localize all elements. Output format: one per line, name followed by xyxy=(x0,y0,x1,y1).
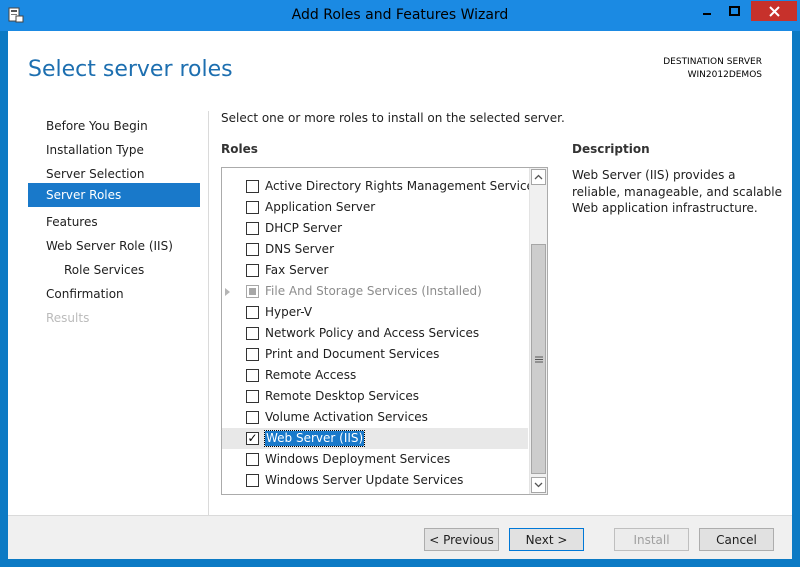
role-row[interactable]: Network Policy and Access Services xyxy=(222,323,528,344)
role-row[interactable]: DNS Server xyxy=(222,239,528,260)
nav-item-confirmation[interactable]: Confirmation xyxy=(28,282,200,306)
page-title: Select server roles xyxy=(28,57,233,82)
role-label: Remote Access xyxy=(265,368,357,382)
close-button[interactable] xyxy=(751,1,797,21)
role-label: Network Policy and Access Services xyxy=(265,326,480,340)
role-label: Remote Desktop Services xyxy=(265,389,420,403)
nav-item-before-you-begin[interactable]: Before You Begin xyxy=(28,114,200,138)
role-label: Hyper-V xyxy=(265,305,313,319)
roles-scrollbar[interactable] xyxy=(529,168,547,494)
maximize-icon xyxy=(729,6,740,16)
role-row[interactable]: File And Storage Services (Installed) xyxy=(222,281,528,302)
role-label: DHCP Server xyxy=(265,221,343,235)
destination-server-label: DESTINATION SERVER xyxy=(663,57,762,67)
role-row[interactable]: Windows Deployment Services xyxy=(222,449,528,470)
role-checkbox[interactable] xyxy=(246,411,259,424)
minimize-button[interactable] xyxy=(693,1,720,21)
maximize-button[interactable] xyxy=(721,1,748,21)
role-checkbox[interactable] xyxy=(246,264,259,277)
role-row[interactable]: DHCP Server xyxy=(222,218,528,239)
role-checkbox[interactable] xyxy=(246,474,259,487)
scroll-thumb[interactable] xyxy=(531,244,546,474)
instruction-text: Select one or more roles to install on t… xyxy=(221,111,565,125)
role-row[interactable]: Fax Server xyxy=(222,260,528,281)
nav-item-results: Results xyxy=(46,311,90,325)
role-label: Volume Activation Services xyxy=(265,410,428,424)
role-row[interactable]: Windows Server Update Services xyxy=(222,470,528,491)
footer-divider xyxy=(8,515,792,516)
role-checkbox[interactable] xyxy=(246,306,259,319)
nav-item-server-roles[interactable]: Server Roles xyxy=(28,183,200,207)
nav-divider xyxy=(208,111,209,515)
roles-list[interactable]: Active Directory Rights Management Servi… xyxy=(221,167,548,495)
install-button: Install xyxy=(614,528,689,551)
role-checkbox[interactable] xyxy=(246,390,259,403)
expand-arrow-icon[interactable] xyxy=(225,288,230,296)
window-title: Add Roles and Features Wizard xyxy=(291,7,509,23)
role-checkbox[interactable] xyxy=(246,222,259,235)
cancel-button[interactable]: Cancel xyxy=(699,528,774,551)
role-checkbox[interactable] xyxy=(246,348,259,361)
role-row[interactable]: Hyper-V xyxy=(222,302,528,323)
chevron-up-icon xyxy=(534,174,543,180)
wizard-client-area: Select server roles DESTINATION SERVER W… xyxy=(8,31,792,559)
nav-item-features[interactable]: Features xyxy=(28,210,200,234)
wizard-body: Before You Begin Installation Type Serve… xyxy=(8,111,792,515)
role-label: DNS Server xyxy=(265,242,334,256)
role-label: File And Storage Services (Installed) xyxy=(265,284,482,298)
role-checkbox[interactable] xyxy=(246,180,259,193)
role-checkbox-installed xyxy=(246,285,259,298)
role-checkbox-checked[interactable]: ✓ xyxy=(246,432,259,445)
role-checkbox[interactable] xyxy=(246,327,259,340)
role-label: Print and Document Services xyxy=(265,347,440,361)
role-label: Fax Server xyxy=(265,263,329,277)
roles-heading: Roles xyxy=(221,142,258,156)
role-label: Windows Server Update Services xyxy=(265,473,464,487)
destination-server-name: WIN2012DEMOS xyxy=(687,70,762,80)
description-heading: Description xyxy=(572,142,650,156)
role-row[interactable]: Print and Document Services xyxy=(222,344,528,365)
chevron-down-icon xyxy=(534,482,543,488)
role-label: Web Server (IIS) xyxy=(263,430,366,447)
close-icon xyxy=(768,5,780,17)
role-label: Active Directory Rights Management Servi… xyxy=(265,179,541,193)
role-row[interactable]: Volume Activation Services xyxy=(222,407,528,428)
role-checkbox[interactable] xyxy=(246,369,259,382)
role-row[interactable]: Remote Desktop Services xyxy=(222,386,528,407)
nav-item-web-server-role[interactable]: Web Server Role (IIS) xyxy=(28,234,200,258)
nav-item-role-services[interactable]: Role Services xyxy=(28,258,200,282)
role-label: Windows Deployment Services xyxy=(265,452,451,466)
wizard-header: Select server roles DESTINATION SERVER W… xyxy=(8,31,792,111)
role-row[interactable]: Remote Access xyxy=(222,365,528,386)
minimize-icon xyxy=(702,13,711,15)
title-bar: Add Roles and Features Wizard xyxy=(0,0,800,31)
grip-icon xyxy=(534,356,543,362)
nav-item-installation-type[interactable]: Installation Type xyxy=(28,138,200,162)
role-label: Application Server xyxy=(265,200,376,214)
role-checkbox[interactable] xyxy=(246,243,259,256)
previous-button[interactable]: < Previous xyxy=(424,528,499,551)
role-checkbox[interactable] xyxy=(246,453,259,466)
role-row[interactable]: Application Server xyxy=(222,197,528,218)
description-text: Web Server (IIS) provides a reliable, ma… xyxy=(572,168,782,215)
scroll-up-button[interactable] xyxy=(531,169,546,185)
role-checkbox[interactable] xyxy=(246,201,259,214)
role-row-selected[interactable]: ✓ Web Server (IIS) xyxy=(222,428,528,449)
checkmark-icon: ✓ xyxy=(247,431,258,445)
role-row[interactable]: Active Directory Rights Management Servi… xyxy=(222,176,540,197)
next-button[interactable]: Next > xyxy=(509,528,584,551)
scroll-down-button[interactable] xyxy=(531,477,546,493)
